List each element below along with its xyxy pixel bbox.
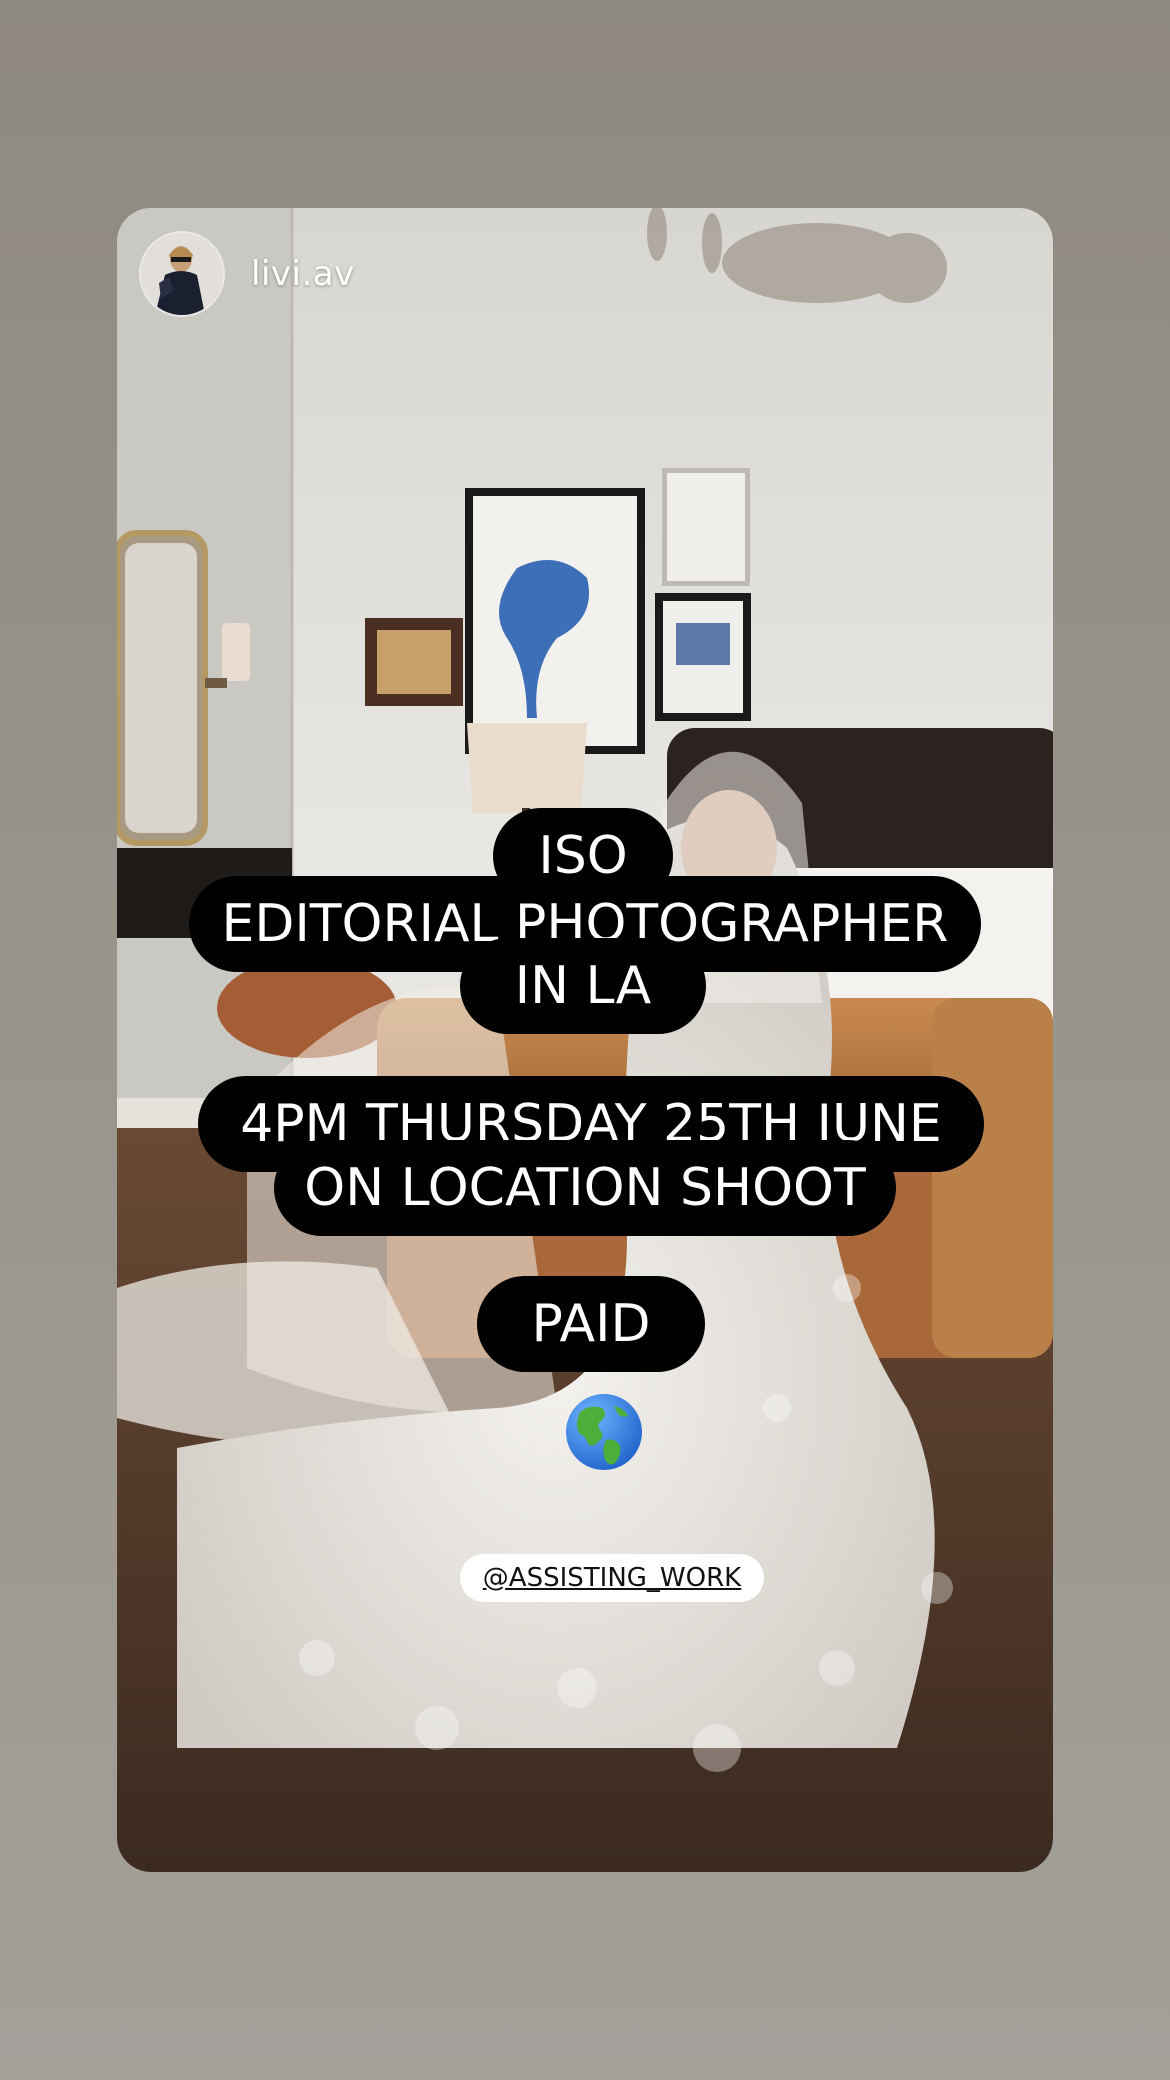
story-header: livi.av xyxy=(141,232,355,316)
globe-americas-icon xyxy=(564,1392,644,1472)
username[interactable]: livi.av xyxy=(251,254,355,294)
story-photo xyxy=(117,208,1053,1872)
profile-photo-icon xyxy=(141,233,223,315)
mention-sticker[interactable]: @ASSISTING_WORK xyxy=(460,1554,764,1602)
story-card[interactable]: livi.av ISO EDITORIAL PHOTOGRAPHER IN LA… xyxy=(117,208,1053,1872)
overlay-line-paid: PAID xyxy=(477,1276,705,1372)
overlay-line-location: ON LOCATION SHOOT xyxy=(274,1140,896,1236)
overlay-line-in-la: IN LA xyxy=(460,938,706,1034)
avatar[interactable] xyxy=(141,233,223,315)
